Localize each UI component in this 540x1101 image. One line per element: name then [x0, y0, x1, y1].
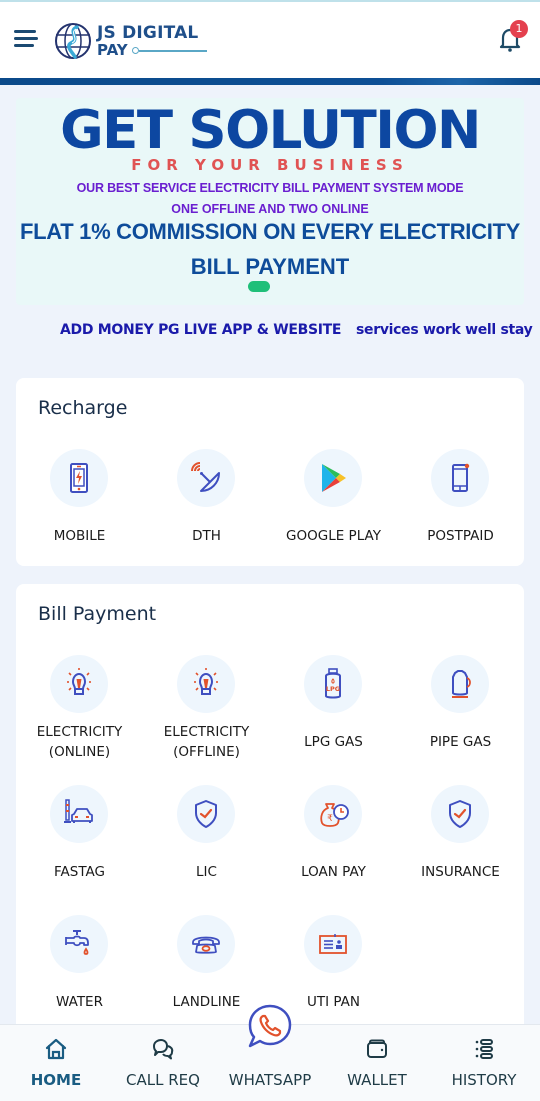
logo-title: JS DIGITAL: [97, 22, 199, 43]
service-label: LIC: [196, 864, 217, 880]
recharge-title: Recharge: [38, 397, 128, 419]
announcement-marquee: ADD MONEY PG LIVE APP & WEBSITE services…: [0, 322, 540, 344]
notification-badge: 1: [510, 20, 528, 38]
water-tap-icon: [50, 915, 108, 973]
service-label: ELECTRICITY: [163, 724, 250, 740]
mobile-recharge-icon: [50, 449, 108, 507]
service-label: FASTAG: [54, 864, 105, 880]
service-label: LPG GAS: [304, 734, 363, 750]
service-label-sub: (ONLINE): [48, 744, 111, 760]
banner-text-line2: ONE OFFLINE AND TWO ONLINE: [171, 202, 369, 216]
logo-subtitle: PAY: [97, 40, 128, 59]
promo-banner[interactable]: GET SOLUTION FOR YOUR BUSINESS OUR BEST …: [16, 98, 524, 305]
marquee-text-1: ADD MONEY PG LIVE APP & WEBSITE: [60, 322, 342, 338]
service-label: POSTPAID: [427, 528, 494, 544]
lightbulb-icon: [50, 655, 108, 713]
service-label: PIPE GAS: [429, 734, 492, 750]
service-label-sub: (OFFLINE): [173, 744, 240, 760]
service-label: MOBILE: [53, 528, 106, 544]
logo-circuit-line: [131, 46, 210, 54]
svg-text:LPG: LPG: [326, 685, 340, 693]
bill-payment-title: Bill Payment: [38, 603, 157, 625]
history-list-icon: [475, 1039, 493, 1059]
money-bag-clock-icon: ₹: [304, 785, 362, 843]
google-play-icon: [304, 449, 362, 507]
banner-text-line3: FLAT 1% COMMISSION ON EVERY ELECTRICITY: [19, 219, 521, 244]
service-label: WATER: [56, 994, 103, 1010]
marquee-text-2: services work well stay: [356, 322, 533, 338]
bill-payment-card: Bill Payment ELECTRICITY (ONLINE) ELECTR…: [16, 584, 524, 1044]
nav-wallet[interactable]: WALLET: [323, 1025, 431, 1101]
lpg-cylinder-icon: LPG: [304, 655, 362, 713]
service-label: GOOGLE PLAY: [286, 528, 381, 544]
service-label: INSURANCE: [421, 864, 500, 880]
recharge-card: Recharge MOBILE DTH GOOGLE PLAY POSTPAID: [16, 378, 524, 566]
service-label: LOAN PAY: [301, 864, 366, 880]
whatsapp-icon[interactable]: [245, 1002, 295, 1054]
banner-title: GET SOLUTION: [60, 100, 481, 161]
landline-phone-icon: [177, 915, 235, 973]
service-label: ELECTRICITY: [36, 724, 123, 740]
nav-call-req[interactable]: CALL REQ: [109, 1025, 217, 1101]
satellite-dish-icon: [177, 449, 235, 507]
lightbulb-icon: [177, 655, 235, 713]
shield-check-icon: [177, 785, 235, 843]
wallet-icon: [367, 1039, 387, 1058]
globe-logo-icon: [55, 23, 91, 59]
id-card-icon: [304, 915, 362, 973]
banner-text-line1: OUR BEST SERVICE ELECTRICITY BILL PAYMEN…: [76, 181, 464, 195]
hamburger-menu-icon[interactable]: [14, 28, 40, 50]
chat-bubbles-icon: [153, 1039, 174, 1060]
nav-label: HISTORY: [451, 1071, 517, 1089]
header-divider: [0, 78, 540, 85]
toll-car-icon: [50, 785, 108, 843]
nav-history[interactable]: HISTORY: [430, 1025, 538, 1101]
shield-check-icon: [431, 785, 489, 843]
nav-label: WHATSAPP: [228, 1071, 312, 1089]
nav-label: WALLET: [347, 1071, 407, 1089]
home-icon: [45, 1038, 67, 1060]
banner-subtitle: FOR YOUR BUSINESS: [131, 156, 409, 174]
nav-label: CALL REQ: [126, 1071, 200, 1089]
service-label: DTH: [192, 528, 221, 544]
carousel-indicator[interactable]: [248, 281, 270, 292]
banner-text-line4: BILL PAYMENT: [190, 254, 350, 279]
postpaid-phone-icon: [431, 449, 489, 507]
svg-text:₹: ₹: [327, 814, 333, 824]
nav-home[interactable]: HOME: [2, 1025, 110, 1101]
app-logo: JS DIGITAL PAY: [53, 20, 210, 62]
nav-label: HOME: [30, 1071, 82, 1089]
gas-cylinder-icon: [431, 655, 489, 713]
